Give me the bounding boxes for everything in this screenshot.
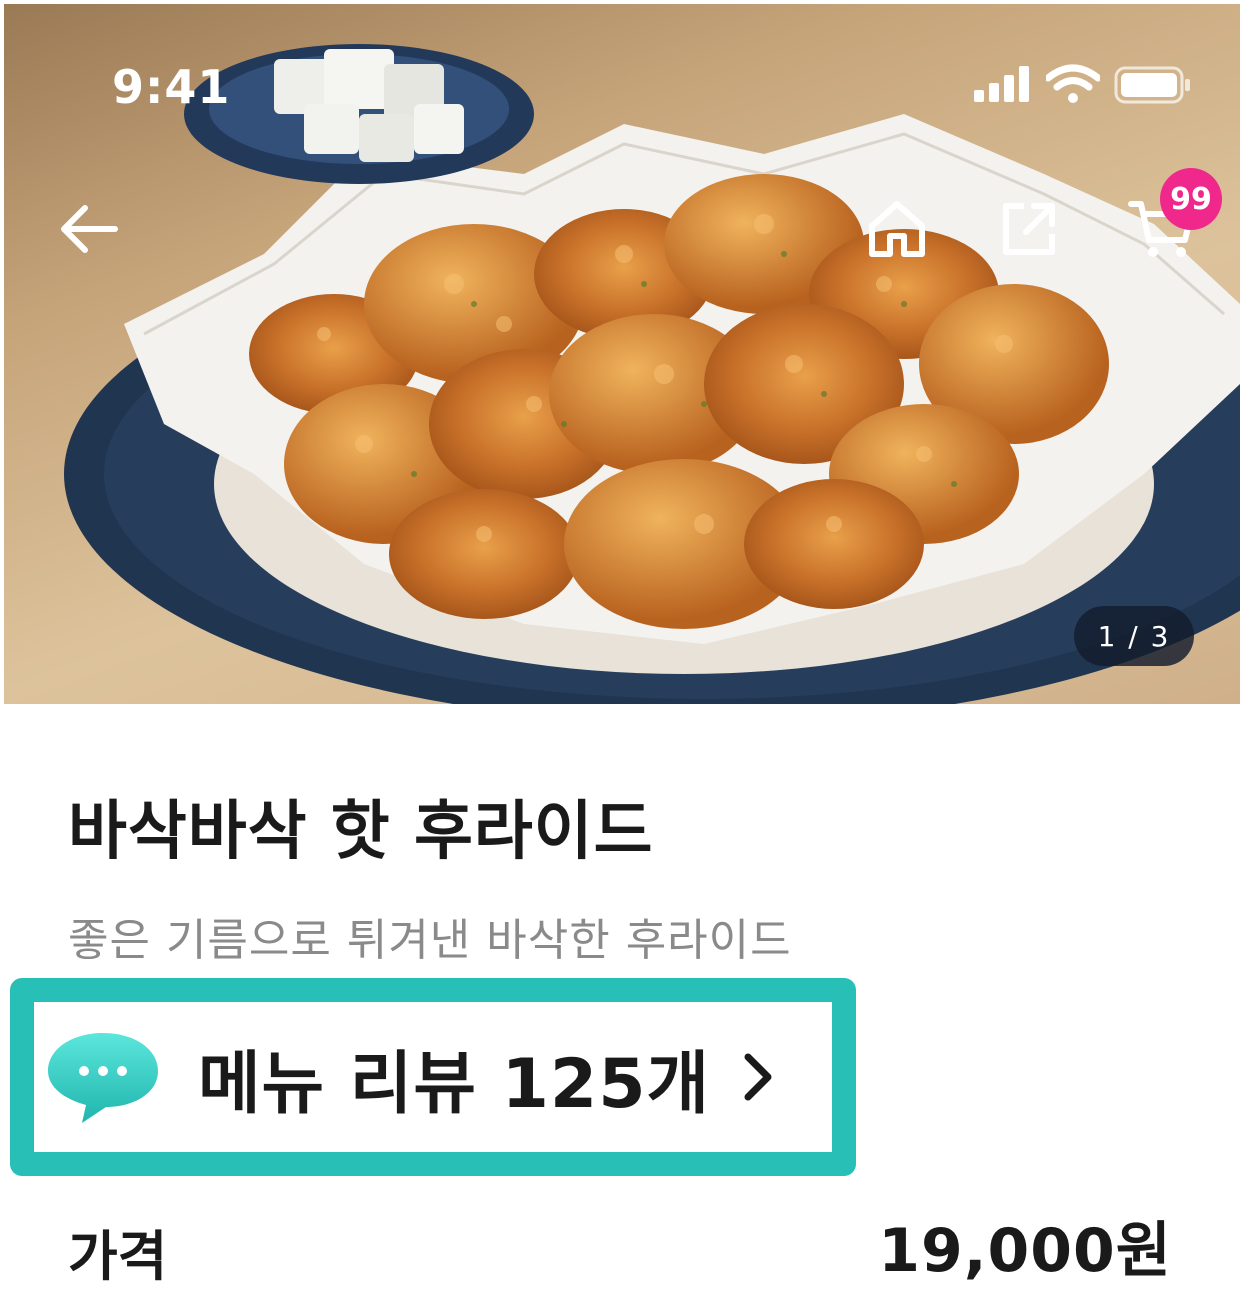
cart-count-badge: 99 [1160, 168, 1222, 230]
cellular-signal-icon [974, 66, 1029, 102]
share-button[interactable] [994, 194, 1064, 264]
review-count-label: 메뉴 리뷰 125개 [198, 1044, 711, 1124]
menu-review-link[interactable]: 메뉴 리뷰 125개 [34, 1002, 832, 1152]
share-icon [1003, 203, 1055, 255]
product-description: 좋은 기름으로 튀겨낸 바삭한 후라이드 [68, 915, 792, 966]
status-time: 9:41 [112, 60, 231, 114]
product-title: 바삭바삭 핫 후라이드 [68, 795, 654, 869]
price-label: 가격 [68, 1225, 168, 1288]
product-image[interactable]: 9:41 99 1 / 3 [4, 4, 1240, 704]
image-pager: 1 / 3 [1074, 606, 1194, 666]
home-button[interactable] [862, 194, 932, 264]
chevron-right-icon [744, 1053, 772, 1101]
chat-bubble-icon [48, 1033, 158, 1123]
status-bar: 9:41 [4, 4, 1240, 154]
back-button[interactable] [54, 194, 124, 264]
home-icon [869, 201, 925, 257]
price-value: 19,000원 [878, 1216, 1172, 1286]
arrow-left-icon [61, 205, 118, 253]
review-highlight: 메뉴 리뷰 125개 [10, 978, 856, 1176]
wifi-icon [1046, 64, 1100, 103]
battery-icon [1114, 66, 1190, 104]
